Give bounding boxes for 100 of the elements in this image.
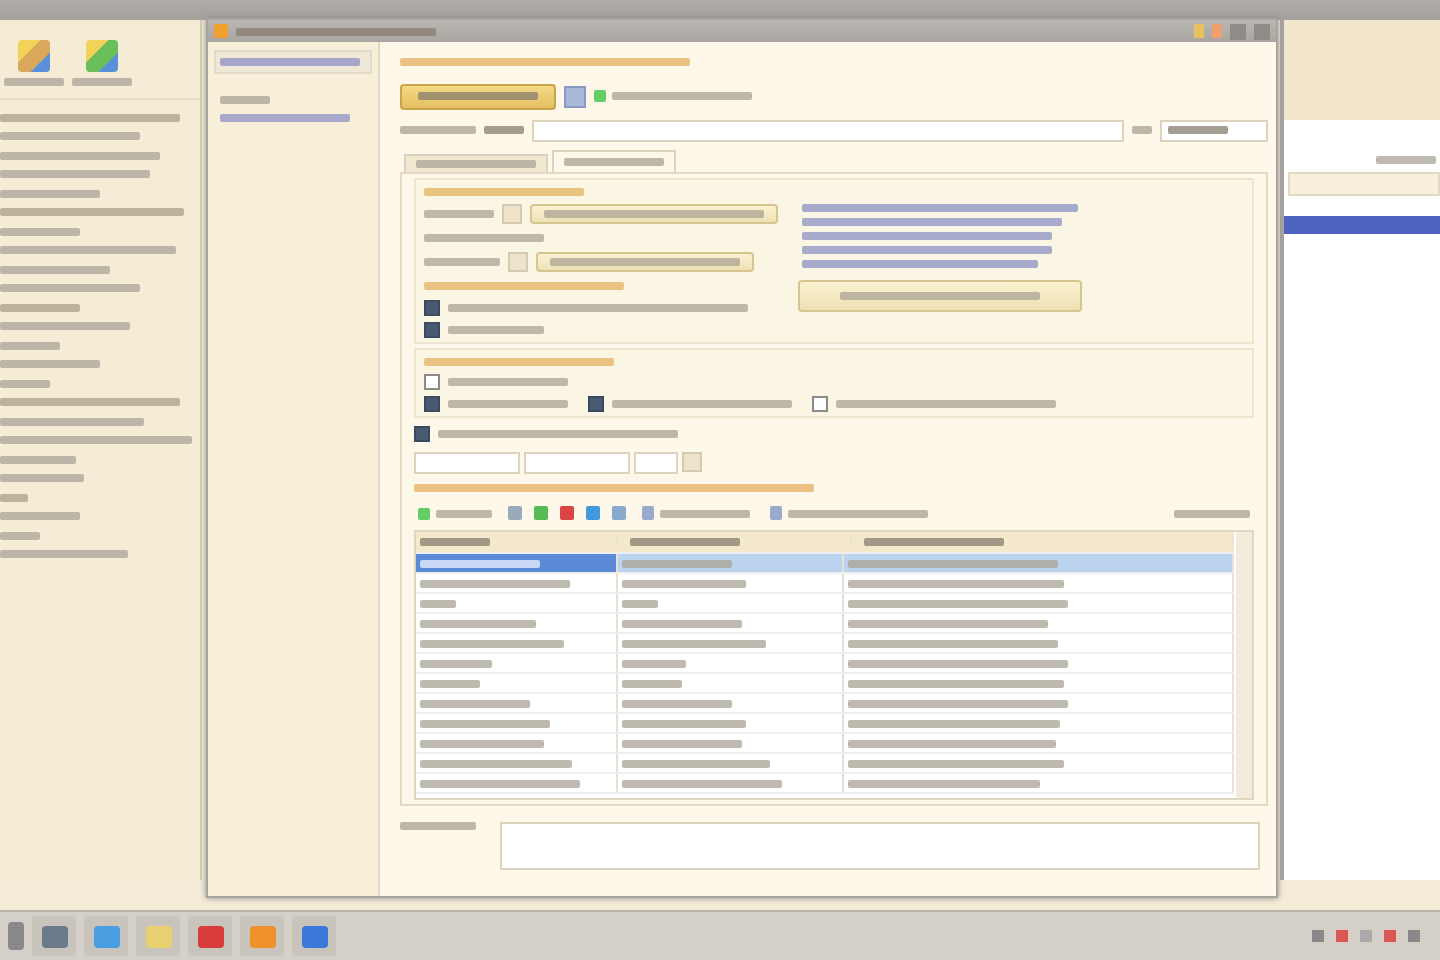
table-row[interactable] [416,614,1234,634]
action-button[interactable] [536,251,754,271]
blurred-text [622,699,732,707]
toolbar-button[interactable] [638,502,754,524]
blurred-text [448,378,568,386]
blurred-text [420,639,564,647]
blurred-text [0,227,80,236]
blurred-text [0,512,80,521]
blurred-text [220,113,350,121]
table-row[interactable] [416,574,1234,594]
table-row[interactable] [416,674,1234,694]
blurred-text [622,659,686,667]
table-row[interactable] [416,714,1234,734]
blurred-text [622,679,682,687]
tab[interactable] [552,150,676,172]
blurred-text [0,132,140,141]
app-icon[interactable] [292,916,336,956]
input-field[interactable] [634,451,678,473]
app-icon[interactable] [240,916,284,956]
table-row[interactable] [416,694,1234,714]
blurred-text [420,719,550,727]
selected-row[interactable] [1284,216,1440,234]
column-header[interactable] [416,538,618,546]
input-field[interactable] [524,451,630,473]
app-icon[interactable] [136,916,180,956]
blurred-text [864,538,1004,546]
start-button[interactable] [8,922,24,950]
blurred-text [72,78,132,86]
blurred-text [622,639,766,647]
close-button[interactable] [1254,23,1270,39]
navigation-header[interactable] [214,50,372,74]
checkbox[interactable] [588,396,604,412]
blurred-text [612,92,752,100]
blurred-text [0,474,84,483]
blurred-text [1168,126,1228,134]
blurred-text [622,599,658,607]
save-icon[interactable] [564,85,586,107]
dropdown-icon[interactable] [502,203,522,223]
app-icon[interactable] [188,916,232,956]
action-button[interactable] [798,280,1082,312]
checkbox[interactable] [812,396,828,412]
blurred-text [1174,509,1250,517]
dropdown-icon[interactable] [508,251,528,271]
checkbox[interactable] [424,322,440,338]
checkbox[interactable] [424,374,440,390]
blurred-text [0,550,128,559]
table-row[interactable] [416,734,1234,754]
cube-icon[interactable] [86,40,118,72]
input-field[interactable] [532,119,1124,141]
action-button[interactable] [530,203,778,223]
table-row[interactable] [416,654,1234,674]
blurred-text [448,400,568,408]
checkbox[interactable] [424,396,440,412]
blurred-text [424,233,544,241]
blurred-text [0,417,144,426]
blurred-text [424,257,500,265]
blurred-text [622,739,742,747]
blurred-text [420,679,480,687]
tab[interactable] [404,154,548,172]
table-row[interactable] [416,554,1234,574]
column-header[interactable] [860,538,1234,546]
cube-icon[interactable] [18,40,50,72]
scrollbar[interactable] [1236,532,1252,798]
checkbox[interactable] [414,426,430,442]
input-field[interactable] [1288,172,1440,196]
app-icon[interactable] [84,916,128,956]
blurred-text [0,379,50,388]
save-close-button[interactable] [400,83,556,109]
table-row[interactable] [416,634,1234,654]
blurred-text [424,209,494,217]
blurred-text [420,538,490,546]
blurred-text [0,341,60,350]
column-header[interactable] [626,538,852,546]
link[interactable] [594,90,752,102]
input-field[interactable] [414,451,520,473]
toolbar-button[interactable] [766,502,932,524]
blurred-text [436,509,492,517]
calendar-icon[interactable] [682,452,702,472]
blurred-text [0,531,40,540]
blurred-text [622,579,746,587]
input-field[interactable] [1160,119,1268,141]
comment-field[interactable] [500,822,1260,870]
table-row[interactable] [416,594,1234,614]
blurred-text [564,158,664,166]
blurred-text [416,160,536,168]
app-icon[interactable] [32,916,76,956]
table-row[interactable] [416,754,1234,774]
blurred-text [420,659,492,667]
blurred-text [418,92,538,100]
checkbox[interactable] [424,300,440,316]
blurred-text [788,509,928,517]
add-button[interactable] [414,502,496,524]
blurred-text [420,559,540,567]
blurred-text [0,455,76,464]
blurred-text [420,699,530,707]
minimize-button[interactable] [1230,23,1246,39]
blurred-text [400,126,476,134]
blurred-text [420,739,544,747]
table-row[interactable] [416,774,1234,794]
blurred-text [1132,126,1152,134]
